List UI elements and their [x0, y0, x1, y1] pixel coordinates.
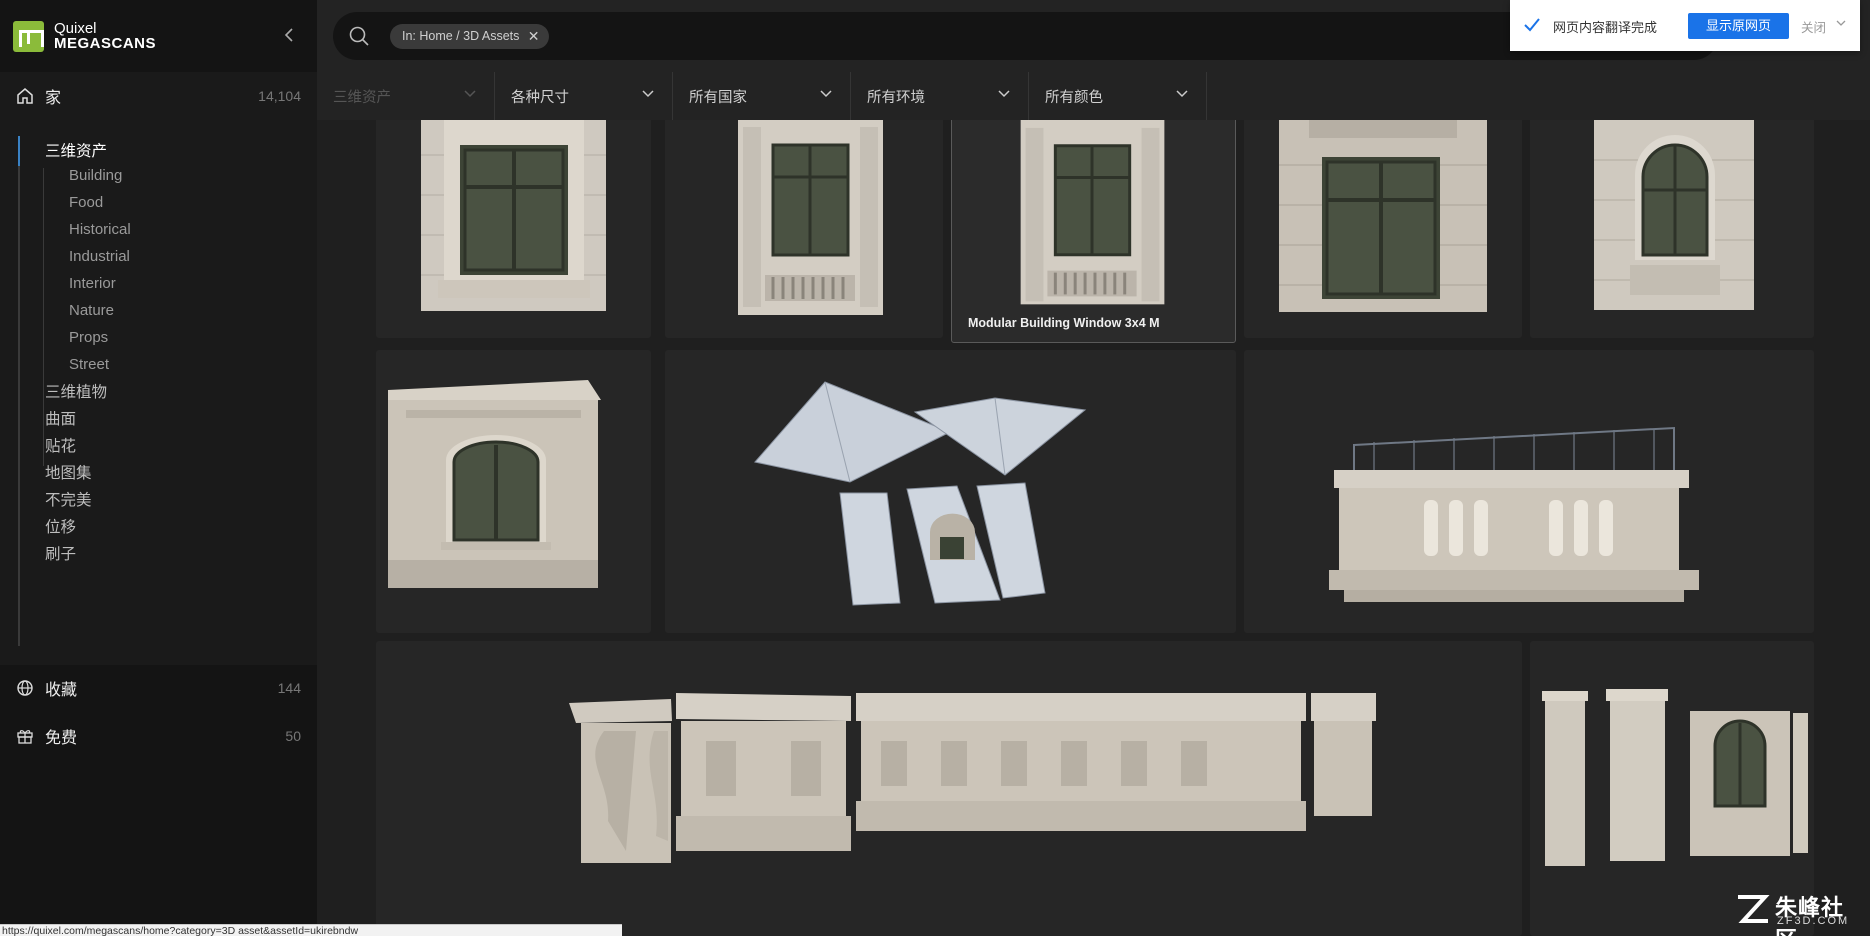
- checkmark-icon: [1524, 18, 1540, 32]
- asset-card[interactable]: [665, 350, 1236, 633]
- chevron-down-icon: [820, 90, 832, 98]
- tree-item-brushes[interactable]: 刷子: [45, 542, 76, 564]
- nav-favorites-count: 144: [277, 680, 301, 696]
- asset-card[interactable]: [376, 350, 651, 633]
- cornice-asset-thumbnail: [569, 693, 1376, 863]
- search-scope-label: In: Home / 3D Assets: [402, 29, 520, 43]
- sidebar: Quixel MEGASCANS 家 14,104 三维资产 Building …: [0, 0, 317, 936]
- watermark: 朱峰社区 ZF3D.COM: [1735, 890, 1865, 936]
- globe-icon: [17, 680, 33, 696]
- window-asset-thumbnail: [388, 380, 601, 588]
- tree-sub-historical[interactable]: Historical: [69, 221, 131, 238]
- chevron-down-icon: [642, 90, 654, 98]
- translate-message: 网页内容翻译完成: [1553, 20, 1658, 35]
- filter-size[interactable]: 各种尺寸: [495, 72, 673, 120]
- gift-icon: [17, 730, 33, 744]
- show-original-button[interactable]: 显示原网页: [1688, 13, 1789, 39]
- tree-item-decals[interactable]: 贴花: [45, 434, 76, 456]
- tree-item-imperfections[interactable]: 不完美: [45, 488, 92, 510]
- filter-environment[interactable]: 所有环境: [851, 72, 1029, 120]
- asset-card[interactable]: [1530, 120, 1814, 338]
- nav-home[interactable]: 家 14,104: [0, 72, 317, 120]
- category-tree: 三维资产 Building Food Historical Industrial…: [0, 120, 317, 665]
- balcony-asset-thumbnail: [1329, 426, 1699, 602]
- tree-item-3d-plants[interactable]: 三维植物: [45, 380, 107, 402]
- asset-grid: Modular Building Window 3x4 M: [317, 120, 1870, 936]
- filter-color-label: 所有颜色: [1045, 89, 1103, 106]
- close-translate-button[interactable]: 关闭: [1801, 17, 1826, 36]
- asset-card[interactable]: [1244, 350, 1814, 633]
- megascans-app: Quixel MEGASCANS 家 14,104 三维资产 Building …: [0, 0, 1870, 936]
- asset-card[interactable]: [1244, 120, 1522, 338]
- window-asset-thumbnail: [1279, 120, 1487, 312]
- megascans-logo-icon: [13, 20, 44, 52]
- filter-environment-label: 所有环境: [867, 89, 925, 106]
- brand-name-bottom: MEGASCANS: [54, 35, 157, 52]
- chevron-down-icon: [464, 90, 476, 98]
- tree-sub-industrial[interactable]: Industrial: [69, 248, 130, 265]
- asset-card[interactable]: [665, 120, 943, 338]
- asset-card[interactable]: [376, 641, 1522, 936]
- window-asset-thumbnail: [1020, 120, 1165, 305]
- chevron-down-icon[interactable]: [1835, 17, 1847, 29]
- nav-free-label: 免费: [45, 730, 78, 747]
- tree-item-displacement[interactable]: 位移: [45, 515, 76, 537]
- nav-free[interactable]: 免费 50: [0, 712, 317, 760]
- tree-item-atlases[interactable]: 地图集: [45, 461, 92, 483]
- filter-size-label: 各种尺寸: [511, 89, 569, 106]
- search-icon: [349, 26, 369, 46]
- filter-country-label: 所有国家: [689, 89, 747, 106]
- window-asset-thumbnail: [738, 120, 883, 315]
- filter-country[interactable]: 所有国家: [673, 72, 851, 120]
- filter-color[interactable]: 所有颜色: [1029, 72, 1207, 120]
- chevron-down-icon: [1176, 90, 1188, 98]
- home-icon: [17, 88, 33, 104]
- nav-home-count: 14,104: [258, 88, 301, 104]
- window-asset-thumbnail: [1594, 120, 1754, 310]
- close-icon[interactable]: ✕: [528, 24, 540, 49]
- translate-popup: 网页内容翻译完成 显示原网页 关闭: [1510, 0, 1860, 51]
- roof-asset-thumbnail: [754, 381, 1087, 606]
- filter-asset-type: 三维资产: [317, 72, 495, 120]
- tree-sub-props[interactable]: Props: [69, 329, 108, 346]
- filter-asset-type-label: 三维资产: [333, 89, 391, 106]
- collapse-sidebar-button[interactable]: [278, 24, 300, 46]
- tree-item-3d-assets[interactable]: 三维资产: [45, 139, 107, 161]
- window-asset-thumbnail: [421, 120, 606, 311]
- tree-item-surfaces[interactable]: 曲面: [45, 407, 76, 429]
- tree-active-indicator: [18, 136, 20, 166]
- brand-text: Quixel MEGASCANS: [54, 21, 156, 51]
- tree-sub-street[interactable]: Street: [69, 356, 109, 373]
- tree-sub-food[interactable]: Food: [69, 194, 103, 211]
- asset-card[interactable]: [376, 120, 651, 338]
- watermark-text: 朱峰社区: [1775, 895, 1845, 936]
- filter-bar: 三维资产 各种尺寸 所有国家 所有环境 所有颜色: [317, 72, 1870, 120]
- watermark-logo-icon: [1738, 895, 1770, 923]
- tree-sub-interior[interactable]: Interior: [69, 275, 116, 292]
- subtree-line: [43, 168, 44, 466]
- brand-name-top: Quixel: [54, 20, 97, 37]
- watermark-subtext: ZF3D.COM: [1777, 915, 1850, 927]
- tree-sub-building[interactable]: Building: [69, 167, 122, 184]
- asset-title: Modular Building Window 3x4 M: [968, 316, 1160, 330]
- nav-favorites[interactable]: 收藏 144: [0, 664, 317, 712]
- nav-favorites-label: 收藏: [45, 682, 78, 699]
- chevron-left-icon: [284, 28, 293, 42]
- nav-free-count: 50: [285, 728, 301, 744]
- status-bar-url: https://quixel.com/megascans/home?catego…: [0, 924, 622, 936]
- search-scope-chip[interactable]: In: Home / 3D Assets ✕: [390, 24, 550, 49]
- tree-line: [18, 136, 20, 646]
- asset-card-selected[interactable]: Modular Building Window 3x4 M: [951, 120, 1236, 343]
- brand-logo[interactable]: Quixel MEGASCANS: [13, 19, 156, 53]
- tree-sub-nature[interactable]: Nature: [69, 302, 114, 319]
- chevron-down-icon: [998, 90, 1010, 98]
- nav-home-label: 家: [45, 90, 62, 107]
